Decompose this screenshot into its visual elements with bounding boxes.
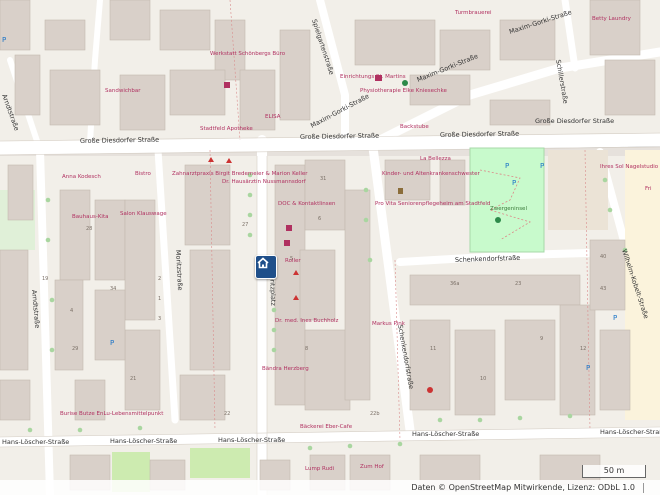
poi-zahnarzt[interactable]: Zahnarztpraxis Birgit Bredemeier & Mario… (172, 171, 308, 177)
poi-salon[interactable]: Salon Klauswage (120, 211, 167, 217)
street-label-grosse-diesdorfer-right: Große Diesdorfer Straße (440, 130, 519, 139)
svg-text:8: 8 (305, 346, 308, 352)
svg-text:5: 5 (290, 256, 293, 262)
location-marker[interactable] (255, 255, 277, 279)
poi-doc[interactable]: DOC & Kontaktlinsen (278, 201, 336, 207)
svg-text:40: 40 (600, 254, 606, 260)
parking-icon: P (110, 339, 114, 347)
hairdresser-icon (375, 75, 382, 81)
parking-icon: P (586, 364, 590, 372)
svg-text:43: 43 (600, 286, 606, 292)
poi-bandra[interactable]: Bändra Herzberg (262, 366, 309, 372)
street-label-hans-loescher-center: Hans-Löscher-Straße (218, 436, 285, 444)
poi-ihres-sol[interactable]: Ihres Sol Nagelstudio (600, 164, 659, 170)
poi-sandwichbar[interactable]: Sandwichbar (105, 88, 141, 94)
parking-icon: P (540, 162, 544, 170)
poi-zwergeninsel[interactable]: Zwergeninsel (490, 206, 527, 212)
svg-text:11: 11 (430, 346, 436, 352)
parking-icon: P (613, 314, 617, 322)
street-label-hans-loescher-mid: Hans-Löscher-Straße (110, 437, 177, 445)
poi-physiotherapie[interactable]: Physiotherapie Elke Kniesechke (360, 88, 448, 94)
svg-text:2: 2 (158, 276, 161, 282)
poi-seniorenpflege[interactable]: Pro Vita Seniorenpflegeheim am Stadtfeld (375, 201, 490, 207)
scale-label: 50 m (603, 466, 625, 475)
svg-text:23: 23 (515, 281, 521, 287)
poi-betty[interactable]: Betty Laundry (592, 16, 632, 22)
svg-text:28: 28 (86, 226, 92, 232)
playground-icon (495, 217, 501, 223)
park-icon (402, 80, 408, 86)
poi-roller[interactable]: Roller (285, 258, 301, 264)
poi-werkstatt[interactable]: Werkstatt Schönbergs Büro (210, 51, 286, 57)
street-label-grosse-diesdorfer-mid: Große Diesdorfer Straße (300, 132, 379, 141)
svg-text:22: 22 (224, 411, 230, 417)
poi-elisa[interactable]: ELISA (265, 114, 281, 120)
poi-lebensmittelpunkt[interactable]: Burise Butze EnLu-Lebensmittelpunkt (60, 411, 164, 417)
attribution-separator (643, 482, 644, 493)
parking-icon: P (505, 162, 509, 170)
poi-kinderpflege[interactable]: Kinder- und Altenkrankenschwester (382, 171, 480, 177)
scale-bar: 50 m (582, 465, 646, 478)
svg-text:12: 12 (580, 346, 586, 352)
butcher-icon (427, 387, 433, 393)
street-label-grosse-diesdorfer: Große Diesdorfer Straße (80, 136, 159, 145)
poi-bellezza[interactable]: La Bellezza (420, 156, 451, 162)
svg-text:34: 34 (110, 286, 116, 292)
care-home-icon (398, 188, 403, 194)
street-label-hans-loescher-far-right: Hans-Löscher-Straße (600, 428, 660, 436)
poi-lump-rudi[interactable]: Lump Rudi (305, 466, 335, 472)
svg-text:10: 10 (480, 376, 486, 382)
svg-text:3: 3 (158, 316, 161, 322)
green-patch-bottom (190, 448, 250, 478)
svg-text:1: 1 (158, 296, 161, 302)
street-label-hans-loescher-right: Hans-Löscher-Straße (412, 430, 479, 438)
svg-text:4: 4 (70, 308, 73, 314)
svg-text:21: 21 (130, 376, 136, 382)
home-icon (257, 257, 269, 269)
svg-text:19: 19 (42, 276, 48, 282)
svg-text:36a: 36a (450, 281, 459, 287)
osm-map[interactable]: Große Diesdorfer Straße Große Diesdorfer… (0, 0, 660, 495)
parking-icon: P (2, 36, 6, 44)
poi-turmbrauerei[interactable]: Turmbrauerei (454, 10, 492, 16)
svg-text:29: 29 (72, 346, 78, 352)
poi-fri[interactable]: Fri (645, 186, 652, 192)
shop-icon (224, 82, 230, 88)
poi-dr-med[interactable]: Dr. med. Ines Buchholz (275, 318, 338, 324)
poi-kita[interactable]: Bauhaus-Kita (72, 214, 108, 220)
poi-bistro[interactable]: Bistro (135, 171, 151, 177)
poi-backstube[interactable]: Backstube (400, 124, 429, 130)
poi-backerei[interactable]: Bäckerei Eber-Cafe (300, 424, 353, 430)
block-right-top (548, 150, 608, 230)
street-label-grosse-diesdorfer-far: Große Diesdorfer Straße (535, 117, 614, 125)
map-canvas: Große Diesdorfer Straße Große Diesdorfer… (0, 0, 660, 495)
svg-text:6: 6 (318, 216, 321, 222)
attribution-bar: Daten © OpenStreetMap Mitwirkende, Lizen… (0, 480, 660, 495)
poi-hausaerztin[interactable]: Dr. Hausärztin Nussmannsdorf (222, 179, 307, 185)
svg-text:9: 9 (540, 336, 543, 342)
pharmacy-icon (286, 225, 292, 231)
poi-apotheke-stadtfeld[interactable]: Stadtfeld Apotheke (200, 126, 253, 132)
poi-zum-hof[interactable]: Zum Hof (360, 464, 385, 470)
street-label-hans-loescher-left: Hans-Löscher-Straße (2, 438, 69, 446)
svg-text:31: 31 (320, 176, 326, 182)
poi-anna[interactable]: Anna Kodesch (62, 174, 101, 180)
shop-icon (284, 240, 290, 246)
poi-markus[interactable]: Markus Pink (372, 321, 406, 327)
parking-icon: P (512, 179, 516, 187)
svg-text:27: 27 (242, 222, 248, 228)
attribution-text[interactable]: Daten © OpenStreetMap Mitwirkende, Lizen… (411, 483, 635, 492)
svg-text:22b: 22b (370, 411, 380, 417)
poi-einrichtung[interactable]: Einrichtungs St. Martins (340, 74, 406, 80)
